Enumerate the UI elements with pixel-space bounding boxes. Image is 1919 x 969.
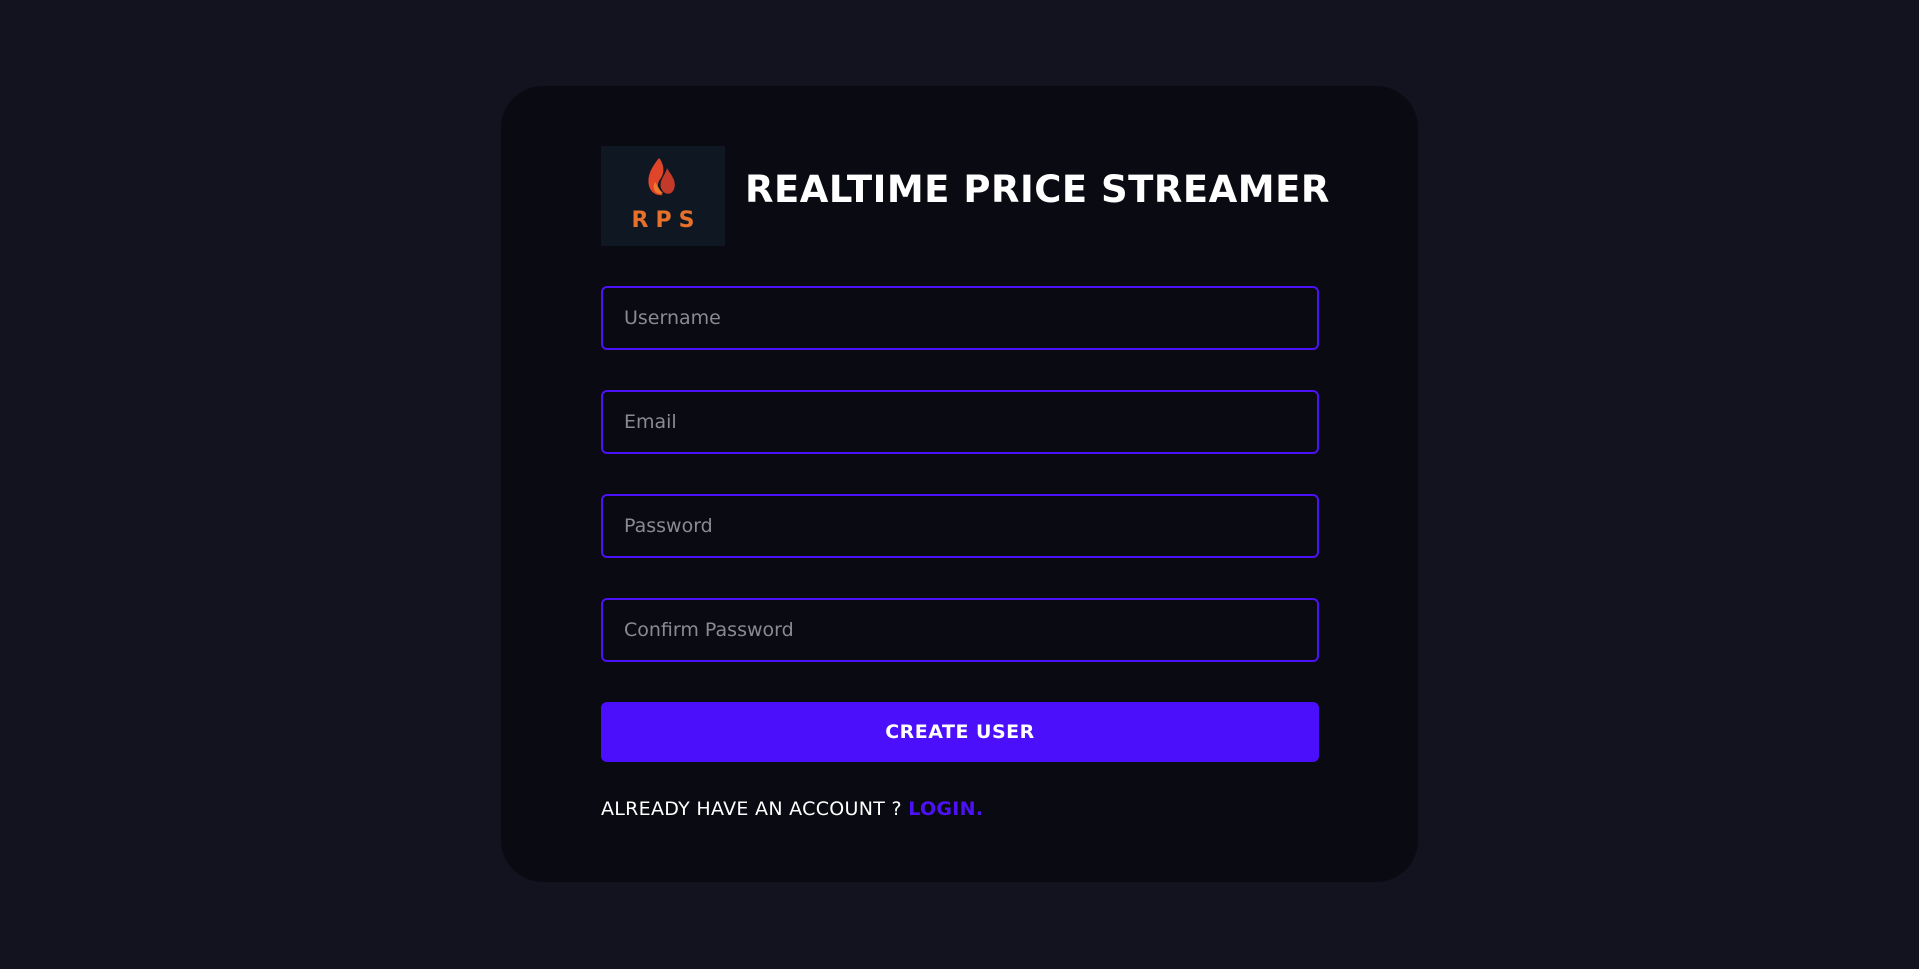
login-link[interactable]: LOGIN. — [908, 798, 983, 820]
logo-text: RPS — [631, 208, 702, 233]
confirm-password-input[interactable] — [601, 598, 1319, 662]
create-user-button[interactable]: CREATE USER — [601, 702, 1319, 762]
page: RPS REALTIME PRICE STREAMER CREATE USER … — [0, 0, 1919, 969]
login-prompt: ALREADY HAVE AN ACCOUNT ? LOGIN. — [601, 798, 983, 820]
username-input[interactable] — [601, 286, 1319, 350]
page-title: REALTIME PRICE STREAMER — [745, 168, 1330, 211]
brand-header: RPS REALTIME PRICE STREAMER — [601, 146, 1330, 246]
password-input[interactable] — [601, 494, 1319, 558]
signup-card: RPS REALTIME PRICE STREAMER CREATE USER … — [501, 86, 1418, 882]
email-input[interactable] — [601, 390, 1319, 454]
logo: RPS — [601, 146, 725, 246]
login-prompt-text: ALREADY HAVE AN ACCOUNT ? — [601, 798, 902, 820]
